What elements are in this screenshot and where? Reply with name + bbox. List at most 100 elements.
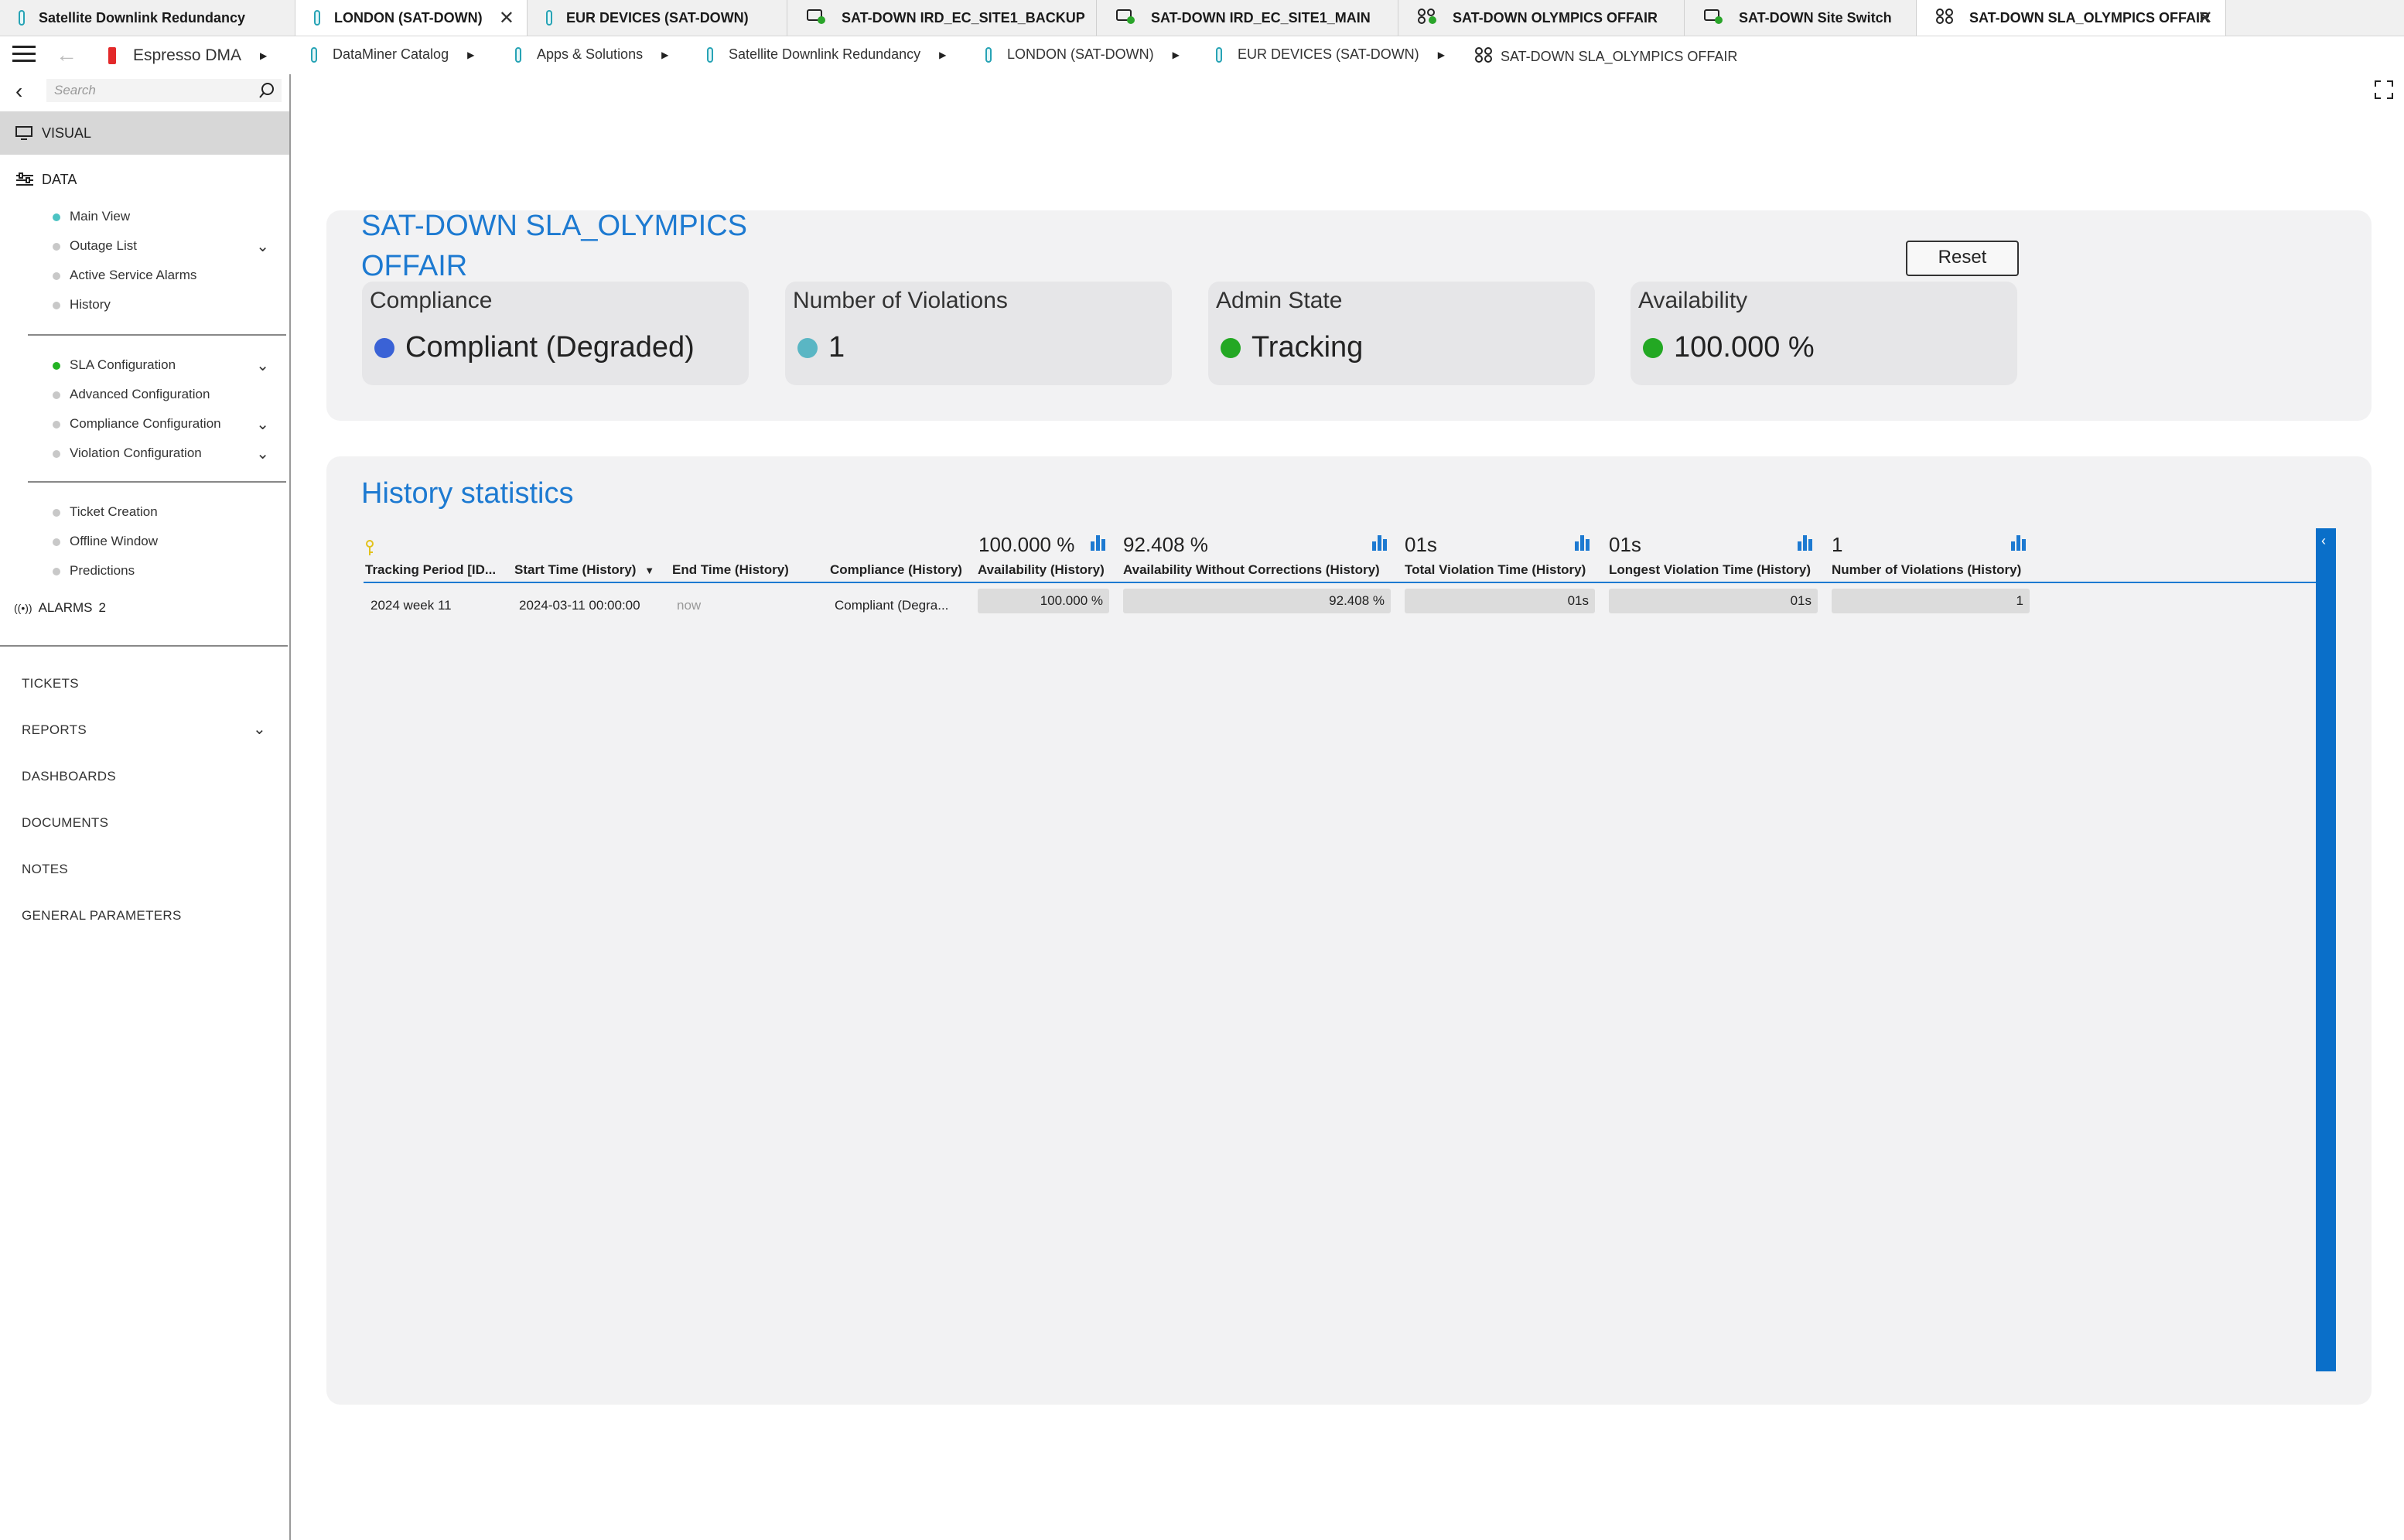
sidebar-item-documents[interactable]: DOCUMENTS: [22, 815, 108, 831]
close-icon[interactable]: ✕: [499, 7, 514, 29]
search-icon[interactable]: [258, 82, 275, 99]
chevron-right-icon[interactable]: ▶: [661, 50, 668, 60]
reset-button[interactable]: Reset: [1906, 241, 2019, 276]
navigation-bar: ← Espresso DMA ▶ DataMiner Catalog ▶ App…: [0, 36, 2404, 73]
bar-chart-icon[interactable]: [1573, 534, 1592, 551]
sidebar-item-data[interactable]: DATA: [15, 172, 77, 188]
sidebar-item-label: Outage List: [70, 238, 137, 253]
sort-descending-icon[interactable]: ▼: [644, 565, 654, 576]
card-value: Compliant (Degraded): [374, 331, 695, 364]
chevron-down-icon[interactable]: ⌄: [256, 356, 269, 375]
chevron-right-icon[interactable]: ▶: [939, 50, 946, 60]
page-title-line: OFFAIR: [361, 250, 468, 282]
cell-compliance: Compliant (Degra...: [835, 598, 949, 613]
bar-chart-icon[interactable]: [2010, 534, 2028, 551]
chevron-right-icon[interactable]: ▶: [1173, 50, 1180, 60]
chevron-left-icon[interactable]: ‹: [2321, 533, 2326, 549]
back-arrow-icon[interactable]: ←: [56, 43, 77, 67]
sidebar-item-notes[interactable]: NOTES: [22, 862, 68, 877]
collapse-sidebar-icon[interactable]: ‹: [15, 79, 22, 104]
breadcrumb-item-current[interactable]: SAT-DOWN SLA_OLYMPICS OFFAIR: [1474, 46, 1737, 67]
sidebar-item-reports[interactable]: REPORTS ⌄: [22, 719, 266, 739]
sidebar-item-sla-configuration[interactable]: SLA Configuration ⌄: [53, 356, 269, 375]
cell-end-time: now: [677, 598, 702, 613]
page-title: SAT-DOWN SLA_OLYMPICS OFFAIR: [361, 206, 747, 286]
search-input[interactable]: Search: [46, 79, 282, 102]
tab-sla-olympics-offair[interactable]: SAT-DOWN SLA_OLYMPICS OFFAIR ✕: [1917, 0, 2226, 36]
divider: [0, 645, 288, 647]
column-header-longest-violation-time[interactable]: Longest Violation Time (History): [1609, 562, 1811, 578]
cell-longest-violation-time: 01s: [1609, 589, 1818, 613]
close-icon[interactable]: ✕: [2197, 7, 2213, 29]
sidebar-item-alarms[interactable]: ((•)) ALARMS 2: [14, 600, 106, 616]
key-icon: [366, 540, 374, 555]
service-icon: [1703, 8, 1725, 29]
chevron-right-icon[interactable]: ▶: [467, 50, 474, 60]
bar-chart-icon[interactable]: [1089, 534, 1108, 551]
sidebar-item-predictions[interactable]: Predictions: [53, 563, 135, 579]
tab-eur-devices[interactable]: EUR DEVICES (SAT-DOWN): [528, 0, 787, 36]
sidebar-item-tickets[interactable]: TICKETS: [22, 676, 79, 691]
sidebar-item-offline-window[interactable]: Offline Window: [53, 534, 158, 549]
fullscreen-icon[interactable]: [2375, 80, 2393, 99]
breadcrumb-root[interactable]: Espresso DMA ▶: [108, 46, 267, 65]
breadcrumb-item[interactable]: Satellite Downlink Redundancy ▶: [707, 46, 946, 63]
sidebar-item-general-parameters[interactable]: GENERAL PARAMETERS: [22, 908, 182, 924]
cell-number-of-violations: 1: [1832, 589, 2030, 613]
column-header-total-violation-time[interactable]: Total Violation Time (History): [1405, 562, 1586, 578]
tab-olympics-offair[interactable]: SAT-DOWN OLYMPICS OFFAIR: [1398, 0, 1685, 36]
broadcast-icon: ((•)): [14, 602, 32, 614]
status-dot: [374, 337, 394, 358]
bar-chart-icon[interactable]: [1371, 534, 1389, 551]
tab-bar: Satellite Downlink Redundancy LONDON (SA…: [0, 0, 2404, 36]
aggregate-availability: 100.000 %: [978, 533, 1075, 556]
sidebar-item-main-view[interactable]: Main View: [53, 209, 130, 224]
column-header-availability[interactable]: Availability (History): [978, 562, 1105, 578]
element-icon: [311, 46, 317, 63]
tab-site-switch[interactable]: SAT-DOWN Site Switch: [1685, 0, 1917, 36]
breadcrumb-item[interactable]: EUR DEVICES (SAT-DOWN) ▶: [1216, 46, 1445, 63]
card-value-text: Tracking: [1252, 331, 1364, 364]
card-value-text: 1: [828, 331, 845, 364]
chevron-down-icon[interactable]: ⌄: [256, 415, 269, 434]
column-header-compliance[interactable]: Compliance (History): [830, 562, 962, 578]
tab-satellite-downlink-redundancy[interactable]: Satellite Downlink Redundancy: [0, 0, 295, 36]
chevron-down-icon[interactable]: ⌄: [253, 719, 266, 739]
breadcrumb-item[interactable]: Apps & Solutions ▶: [515, 46, 668, 63]
header-underline: [364, 582, 2316, 583]
card-value: 1: [797, 331, 845, 364]
dma-icon: [108, 47, 116, 64]
column-header-tracking-period[interactable]: Tracking Period [ID...: [365, 562, 496, 578]
sidebar-item-violation-configuration[interactable]: Violation Configuration ⌄: [53, 444, 269, 463]
sidebar-item-visual[interactable]: VISUAL: [0, 111, 289, 155]
chevron-down-icon[interactable]: ⌄: [256, 444, 269, 463]
divider: [28, 334, 286, 336]
column-header-availability-without-corrections[interactable]: Availability Without Corrections (Histor…: [1123, 562, 1380, 578]
column-header-start-time[interactable]: Start Time (History) ▼: [514, 562, 654, 578]
sidebar-item-history[interactable]: History: [53, 297, 111, 312]
breadcrumb-item[interactable]: DataMiner Catalog ▶: [311, 46, 474, 63]
bar-chart-icon[interactable]: [1796, 534, 1815, 551]
column-header-number-of-violations[interactable]: Number of Violations (History): [1832, 562, 2021, 578]
side-panel-toggle[interactable]: ‹: [2316, 528, 2336, 1371]
sidebar-item-active-service-alarms[interactable]: Active Service Alarms: [53, 268, 196, 283]
sidebar-item-ticket-creation[interactable]: Ticket Creation: [53, 504, 158, 520]
column-header-end-time[interactable]: End Time (History): [672, 562, 789, 578]
breadcrumb-item[interactable]: LONDON (SAT-DOWN) ▶: [985, 46, 1180, 63]
card-label: Number of Violations: [793, 288, 1008, 313]
sidebar-item-outage-list[interactable]: Outage List ⌄: [53, 237, 269, 256]
sidebar-item-label: DATA: [42, 172, 77, 187]
sidebar-item-compliance-configuration[interactable]: Compliance Configuration ⌄: [53, 415, 269, 434]
chevron-down-icon[interactable]: ⌄: [256, 237, 269, 256]
tab-london[interactable]: LONDON (SAT-DOWN) ✕: [295, 0, 528, 36]
tab-ird-main[interactable]: SAT-DOWN IRD_EC_SITE1_MAIN: [1097, 0, 1398, 36]
sidebar-item-advanced-configuration[interactable]: Advanced Configuration: [53, 387, 210, 402]
tab-ird-backup[interactable]: SAT-DOWN IRD_EC_SITE1_BACKUP: [787, 0, 1097, 36]
tab-label: SAT-DOWN IRD_EC_SITE1_MAIN: [1151, 9, 1371, 26]
sidebar-item-dashboards[interactable]: DASHBOARDS: [22, 769, 116, 784]
hamburger-menu-icon[interactable]: [12, 46, 36, 64]
chevron-right-icon[interactable]: ▶: [260, 50, 267, 61]
chevron-right-icon[interactable]: ▶: [1438, 50, 1445, 60]
service-group-icon: [1417, 8, 1439, 29]
aggregate-availability-without-corrections: 92.408 %: [1123, 533, 1208, 556]
